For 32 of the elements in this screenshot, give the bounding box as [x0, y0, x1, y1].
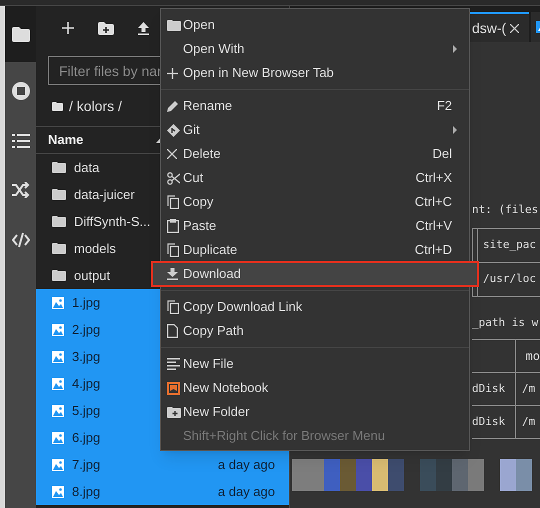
file-name: DiffSynth-S... [74, 212, 150, 231]
table-cell: dDisk [472, 373, 516, 405]
table-cell: dDisk [472, 406, 516, 438]
shortcut-label: Del [432, 145, 452, 164]
shortcut-label: Ctrl+X [416, 169, 452, 188]
file-name: 6.jpg [72, 428, 100, 447]
file-name: 4.jpg [72, 374, 100, 393]
table-cell-text: site_pac [482, 237, 536, 254]
modified-time: a day ago [218, 456, 275, 474]
table-cell-text: /m [521, 414, 536, 430]
menu-hint: Shift+Right Click for Browser Menu [182, 427, 386, 446]
file-name: data-juicer [74, 186, 135, 204]
table-cell-text: /usr/loc [482, 271, 536, 288]
file-name: 7.jpg [72, 456, 100, 474]
file-name: 3.jpg [72, 348, 100, 366]
shortcut-label: Ctrl+C [414, 193, 452, 212]
file-name: 8.jpg [72, 482, 100, 501]
file-name: models [74, 240, 116, 258]
file-name: data [74, 158, 100, 177]
file-name: 1.jpg [72, 294, 100, 312]
table-cell-text: /m [521, 380, 536, 397]
file-name: output [74, 266, 110, 285]
file-name: 2.jpg [72, 320, 100, 339]
tab-title: dsw-( [472, 18, 506, 38]
output-text: nt: (files [472, 202, 540, 218]
file-name: 5.jpg [72, 402, 100, 420]
shortcut-label: F2 [436, 97, 452, 116]
shortcut-label: Ctrl+V [416, 217, 452, 236]
output-text: _path is w [472, 315, 540, 331]
modified-time: a day ago [218, 482, 275, 501]
table-cell-text: mo [524, 348, 540, 365]
shortcut-label: Ctrl+D [414, 241, 452, 260]
